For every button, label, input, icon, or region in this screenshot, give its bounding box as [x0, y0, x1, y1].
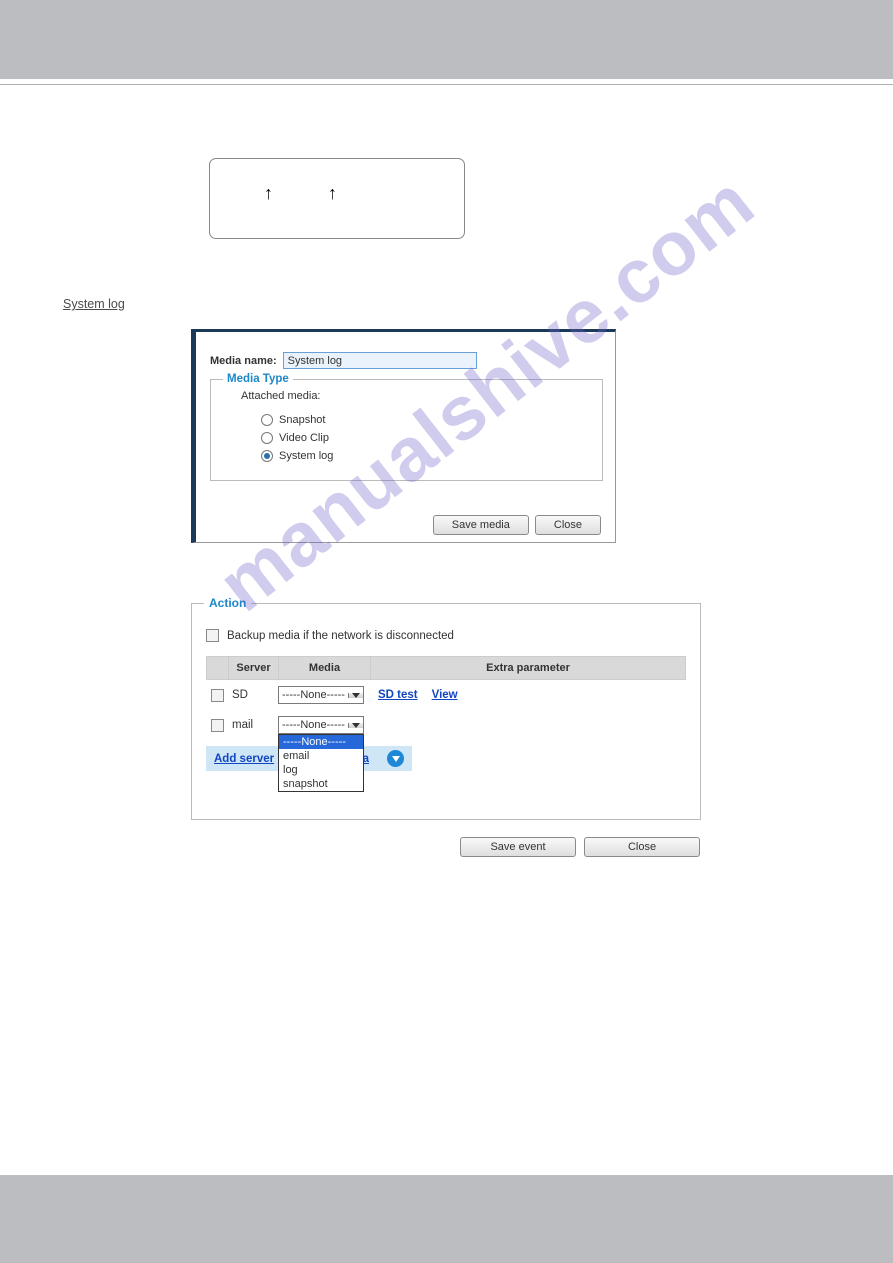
- dropdown-option-email[interactable]: email: [279, 749, 363, 763]
- radio-systemlog[interactable]: [261, 450, 273, 462]
- row-mail-label: mail: [228, 719, 278, 731]
- radio-snapshot-label: Snapshot: [279, 414, 325, 426]
- dropdown-option-snapshot[interactable]: snapshot: [279, 777, 363, 791]
- media-name-input[interactable]: [283, 352, 477, 369]
- section-heading: System log: [63, 297, 830, 311]
- media-select-mail[interactable]: -----None-----: [278, 716, 364, 734]
- save-media-button[interactable]: Save media: [433, 515, 529, 535]
- chevron-down-icon: [348, 693, 363, 698]
- backup-media-label: Backup media if the network is disconnec…: [227, 630, 454, 642]
- media-dropdown-open: -----None----- email log snapshot: [278, 734, 364, 792]
- th-media: Media: [279, 656, 371, 680]
- radio-videoclip-label: Video Clip: [279, 432, 329, 444]
- media-type-fieldset: Media Type Attached media: Snapshot Vide…: [210, 379, 603, 481]
- arrow-icon: ↑: [264, 183, 273, 204]
- dropdown-option-none[interactable]: -----None-----: [279, 735, 363, 749]
- table-row: SD -----None----- SD test View: [206, 680, 686, 710]
- table-row: mail -----None----- -----None----- email…: [206, 710, 686, 740]
- dropdown-option-log[interactable]: log: [279, 763, 363, 777]
- arrow-icon: ↑: [328, 183, 337, 204]
- radio-videoclip[interactable]: [261, 432, 273, 444]
- row-mail-checkbox[interactable]: [211, 719, 224, 732]
- add-server-link[interactable]: Add server: [214, 753, 274, 765]
- th-server: Server: [229, 656, 279, 680]
- save-event-button[interactable]: Save event: [460, 837, 576, 857]
- media-settings-panel: Media name: Media Type Attached media: S…: [191, 329, 616, 543]
- action-fieldset: Action Backup media if the network is di…: [191, 603, 701, 820]
- sd-test-link[interactable]: SD test: [378, 689, 418, 701]
- page-footer-bar: [0, 1175, 893, 1263]
- action-legend: Action: [204, 596, 251, 610]
- radio-snapshot[interactable]: [261, 414, 273, 426]
- backup-media-checkbox[interactable]: [206, 629, 219, 642]
- media-name-label: Media name:: [210, 355, 277, 367]
- format-example-box: ↑ ↑: [209, 158, 465, 239]
- radio-systemlog-label: System log: [279, 450, 333, 462]
- media-select-sd[interactable]: -----None-----: [278, 686, 364, 704]
- attached-media-label: Attached media:: [241, 390, 586, 402]
- row-sd-checkbox[interactable]: [211, 689, 224, 702]
- view-link[interactable]: View: [432, 689, 458, 701]
- fieldset-legend: Media Type: [223, 373, 293, 385]
- close-button[interactable]: Close: [535, 515, 601, 535]
- close-event-button[interactable]: Close: [584, 837, 700, 857]
- add-media-expand-icon[interactable]: [387, 750, 404, 767]
- row-sd-label: SD: [228, 689, 278, 701]
- chevron-down-icon: [348, 723, 363, 728]
- table-header: Server Media Extra parameter: [206, 656, 686, 680]
- th-extra: Extra parameter: [371, 656, 685, 680]
- page-header-bar: [0, 0, 893, 79]
